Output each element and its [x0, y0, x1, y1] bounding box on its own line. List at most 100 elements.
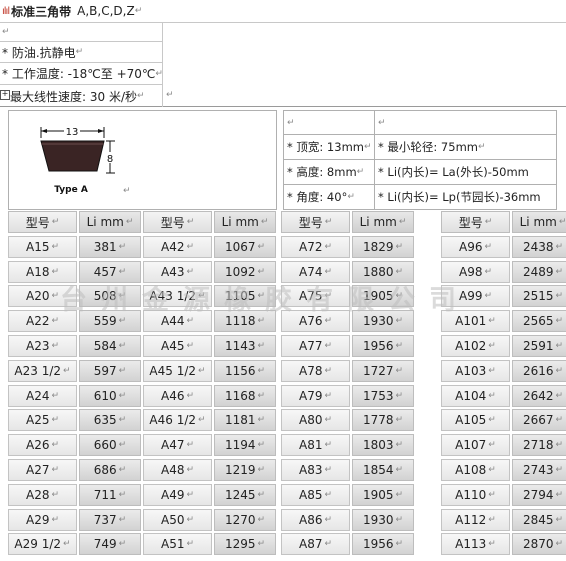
model-cell: A76 ↵: [281, 310, 350, 332]
length-cell-text: 1753: [362, 389, 394, 403]
length-cell-text: 1905: [362, 289, 394, 303]
model-cell: A77 ↵: [281, 335, 350, 357]
length-cell: 660 ↵: [79, 434, 141, 456]
model-cell-text: A83: [298, 463, 323, 477]
model-cell-text: A75: [298, 289, 323, 303]
paragraph-mark: ↵: [198, 366, 206, 376]
paragraph-mark: ↵: [324, 291, 333, 301]
paragraph-mark: ↵: [395, 242, 404, 252]
paragraph-mark: ↵: [488, 391, 496, 401]
model-cell: A85 ↵: [281, 484, 350, 506]
length-cell: 457 ↵: [79, 261, 141, 283]
model-cell: A46 1/2 ↵: [143, 409, 212, 431]
header-length: Li mm ↵: [352, 211, 414, 233]
model-cell: A108 ↵: [441, 459, 510, 481]
length-cell-text: 1727: [362, 364, 394, 378]
model-cell: A113 ↵: [441, 533, 510, 555]
model-cell-text: A101: [455, 314, 487, 328]
paragraph-mark: ↵: [118, 316, 127, 326]
paragraph-mark: ↵: [488, 539, 496, 549]
length-cell-text: 1854: [362, 463, 394, 477]
header-model: 型号 ↵: [281, 211, 350, 233]
paragraph-mark: ↵: [395, 316, 404, 326]
length-cell: 749 ↵: [79, 533, 141, 555]
model-cell: A43 ↵: [143, 261, 212, 283]
length-cell-text: 660: [93, 438, 117, 452]
paragraph-mark: ↵: [324, 539, 333, 549]
paragraph-mark: ↵: [555, 515, 564, 525]
model-cell-text: A86: [298, 513, 323, 527]
paragraph-mark: ↵: [118, 291, 127, 301]
model-cell-text: A29: [25, 513, 50, 527]
paragraph-mark: ↵: [324, 415, 333, 425]
paragraph-mark: ↵: [488, 515, 496, 525]
model-cell: A110 ↵: [441, 484, 510, 506]
model-cell: A74 ↵: [281, 261, 350, 283]
paragraph-mark: ↵: [484, 267, 493, 277]
paragraph-mark: ↵: [186, 316, 195, 326]
model-cell-text: A104: [455, 389, 487, 403]
model-cell: A25 ↵: [8, 409, 77, 431]
length-cell-text: 2438: [522, 240, 554, 254]
model-cell-text: A46 1/2: [149, 413, 197, 427]
model-cell: A104 ↵: [441, 385, 510, 407]
paragraph-mark: ↵: [257, 415, 266, 425]
model-cell: A42 ↵: [143, 236, 212, 258]
header-length-text: Li mm: [519, 215, 557, 229]
length-cell-text: 2616: [522, 364, 554, 378]
paragraph-mark: ↵: [324, 515, 333, 525]
paragraph-mark: ↵: [118, 242, 127, 252]
model-cell-text: A28: [25, 488, 50, 502]
length-cell: 2489 ↵: [512, 261, 566, 283]
length-cell-text: 2515: [522, 289, 554, 303]
model-cell-text: A96: [458, 240, 483, 254]
length-cell-text: 1778: [362, 413, 394, 427]
paragraph-mark: ↵: [118, 391, 127, 401]
paragraph-mark: ↵: [484, 242, 493, 252]
length-cell-text: 1270: [224, 513, 256, 527]
length-cell-text: 711: [93, 488, 117, 502]
model-cell: A105 ↵: [441, 409, 510, 431]
paragraph-mark: ↵: [555, 440, 564, 450]
paragraph-mark: ↵: [186, 391, 195, 401]
model-cell: A48 ↵: [143, 459, 212, 481]
paragraph-mark: ↵: [324, 242, 333, 252]
paragraph-mark: ↵: [555, 539, 564, 549]
model-cell: A99 ↵: [441, 285, 510, 307]
model-cell-text: A50: [160, 513, 185, 527]
length-cell-text: 1956: [362, 537, 394, 551]
model-cell-text: A103: [455, 364, 487, 378]
length-cell-text: 1168: [224, 389, 256, 403]
length-cell-text: 457: [93, 265, 117, 279]
model-cell-text: A107: [455, 438, 487, 452]
paragraph-mark: ↵: [395, 515, 404, 525]
model-cell: A83 ↵: [281, 459, 350, 481]
length-cell: 1854 ↵: [352, 459, 414, 481]
model-cell: A46 ↵: [143, 385, 212, 407]
paragraph-mark: ↵: [324, 267, 333, 277]
length-cell-text: 1143: [224, 339, 256, 353]
length-cell: 1956 ↵: [352, 335, 414, 357]
length-cell-text: 1829: [362, 240, 394, 254]
length-cell: 1219 ↵: [214, 459, 276, 481]
model-cell-text: A108: [455, 463, 487, 477]
length-cell: 711 ↵: [79, 484, 141, 506]
paragraph-mark: ↵: [555, 465, 564, 475]
model-cell-text: A26: [25, 438, 50, 452]
paragraph-mark: ↵: [488, 415, 496, 425]
length-cell-text: 1181: [224, 413, 256, 427]
model-cell: A23 1/2 ↵: [8, 360, 77, 382]
length-cell: 597 ↵: [79, 360, 141, 382]
length-cell-text: 686: [93, 463, 117, 477]
model-cell-text: A42: [160, 240, 185, 254]
model-cell: A75 ↵: [281, 285, 350, 307]
length-cell: 2845 ↵: [512, 509, 566, 531]
paragraph-mark: ↵: [257, 490, 266, 500]
paragraph-mark: ↵: [186, 242, 195, 252]
paragraph-mark: ↵: [395, 291, 404, 301]
model-cell-text: A49: [160, 488, 185, 502]
model-cell-text: A46: [160, 389, 185, 403]
paragraph-mark: ↵: [257, 465, 266, 475]
model-cell: A45 1/2 ↵: [143, 360, 212, 382]
model-cell: A51 ↵: [143, 533, 212, 555]
